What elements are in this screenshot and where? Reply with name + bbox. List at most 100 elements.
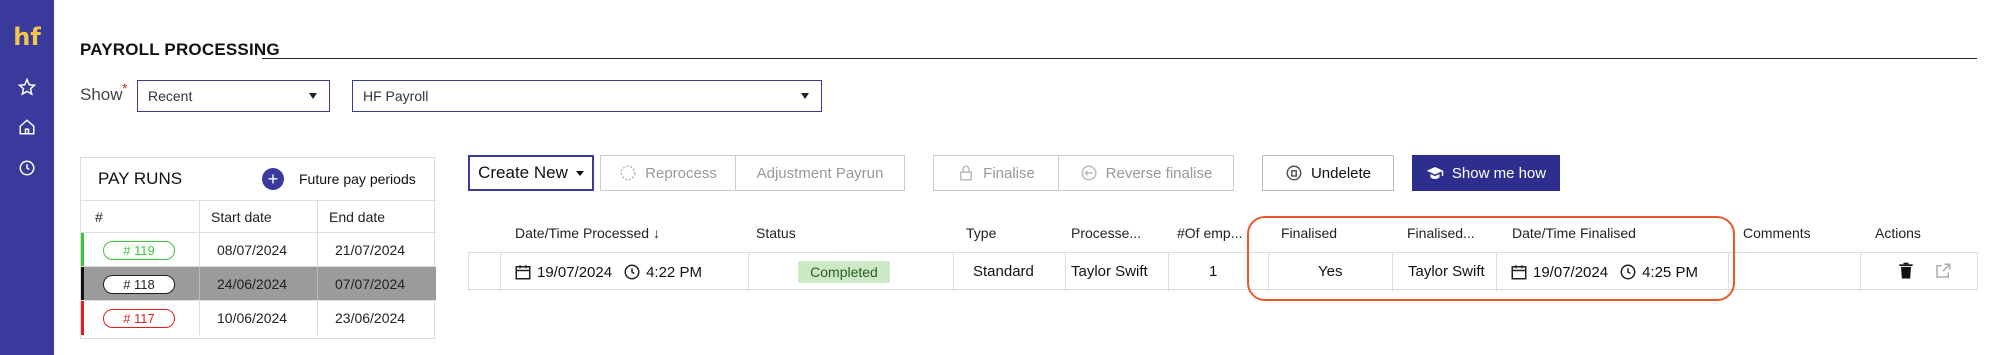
pay-run-row-117[interactable]: # 117 10/06/2024 23/06/2024 xyxy=(81,300,436,335)
column-divider xyxy=(199,201,200,233)
pay-runs-header: PAY RUNS + Future pay periods xyxy=(81,158,436,200)
undelete-label: Undelete xyxy=(1310,164,1372,182)
app-logo: hf xyxy=(13,23,41,51)
pay-run-id-badge: # 117 xyxy=(103,309,175,328)
future-pay-periods-link[interactable]: Future pay periods xyxy=(299,171,416,187)
finalised-time: 4:25 PM xyxy=(1642,263,1698,281)
column-end-date: End date xyxy=(329,209,386,225)
star-icon[interactable] xyxy=(14,74,40,100)
processed-time: 4:22 PM xyxy=(646,263,702,281)
header-comments[interactable]: Comments xyxy=(1743,225,1811,241)
finalised-by-value: Taylor Swift xyxy=(1408,263,1485,280)
pay-run-start: 10/06/2024 xyxy=(217,310,288,326)
pay-run-id-badge: # 119 xyxy=(103,241,175,260)
column-divider xyxy=(1392,253,1393,291)
refresh-icon xyxy=(619,164,637,182)
header-finalised[interactable]: Finalised xyxy=(1281,225,1337,241)
reprocess-label: Reprocess xyxy=(645,164,717,182)
header-employees[interactable]: #Of emp... xyxy=(1177,225,1242,241)
row-status-bar xyxy=(81,267,84,301)
pay-run-end: 23/06/2024 xyxy=(335,310,406,326)
column-divider xyxy=(1728,253,1729,291)
payroll-select[interactable]: HF Payroll xyxy=(352,80,822,112)
create-new-button[interactable]: Create New xyxy=(468,155,594,191)
column-divider xyxy=(468,253,469,291)
clock-icon xyxy=(1619,263,1637,281)
row-status-bar xyxy=(81,301,84,335)
calendar-icon xyxy=(1510,263,1528,281)
range-select-value: Recent xyxy=(148,88,193,104)
processed-by-value: Taylor Swift xyxy=(1071,263,1148,280)
processed-datetime: 19/07/2024 4:22 PM xyxy=(514,263,702,281)
adjustment-payrun-button[interactable]: Adjustment Payrun xyxy=(735,155,905,191)
show-me-how-button[interactable]: Show me how xyxy=(1412,155,1560,191)
header-actions: Actions xyxy=(1875,225,1921,241)
pay-run-end: 07/07/2024 xyxy=(335,276,406,292)
clock-icon xyxy=(623,263,641,281)
column-divider xyxy=(1065,253,1066,291)
range-select[interactable]: Recent xyxy=(137,80,330,112)
pay-run-id-badge: # 118 xyxy=(103,275,175,294)
chevron-down-icon xyxy=(575,170,584,176)
column-divider xyxy=(317,233,318,267)
type-value: Standard xyxy=(973,263,1034,280)
reprocess-button[interactable]: Reprocess xyxy=(600,155,736,191)
sort-arrow-icon: ↓ xyxy=(652,225,660,241)
side-nav: hf xyxy=(0,0,54,355)
pay-run-row-118[interactable]: # 118 24/06/2024 07/07/2024 xyxy=(81,266,436,301)
table-row[interactable]: 19/07/2024 4:22 PM Completed Standard Ta… xyxy=(468,252,1978,291)
column-divider xyxy=(500,253,501,291)
plus-icon[interactable]: + xyxy=(262,168,284,190)
header-status[interactable]: Status xyxy=(756,225,796,241)
column-divider xyxy=(199,233,200,267)
finalised-value: Yes xyxy=(1318,263,1343,280)
show-label: Show xyxy=(80,85,123,104)
column-divider xyxy=(953,253,954,291)
status-badge: Completed xyxy=(798,261,890,283)
header-type[interactable]: Type xyxy=(966,225,996,241)
calendar-icon xyxy=(514,263,532,281)
reverse-finalise-label: Reverse finalise xyxy=(1105,164,1213,182)
row-status-bar xyxy=(81,233,84,267)
column-divider xyxy=(748,253,749,291)
undelete-button[interactable]: Undelete xyxy=(1262,155,1394,191)
column-start-date: Start date xyxy=(211,209,272,225)
pay-runs-panel: PAY RUNS + Future pay periods # Start da… xyxy=(80,157,436,339)
header-finalised-by[interactable]: Finalised... xyxy=(1407,225,1475,241)
clock-icon[interactable] xyxy=(14,155,40,181)
create-new-label: Create New xyxy=(478,163,568,182)
finalise-button[interactable]: Finalise xyxy=(933,155,1059,191)
column-divider xyxy=(317,201,318,233)
chevron-down-icon xyxy=(801,93,809,99)
adjustment-payrun-label: Adjustment Payrun xyxy=(756,164,884,182)
header-finalised-at[interactable]: Date/Time Finalised xyxy=(1512,225,1636,241)
pay-run-start: 24/06/2024 xyxy=(217,276,288,292)
external-link-icon[interactable] xyxy=(1934,262,1952,280)
header-processed[interactable]: Date/Time Processed ↓ xyxy=(515,225,660,241)
required-mark: * xyxy=(122,80,128,96)
finalised-date: 19/07/2024 xyxy=(1533,263,1609,281)
home-icon[interactable] xyxy=(14,114,40,140)
restore-icon xyxy=(1285,164,1303,182)
pay-runs-title: PAY RUNS xyxy=(98,169,183,188)
column-number: # xyxy=(95,209,103,225)
processed-date: 19/07/2024 xyxy=(537,263,613,281)
column-divider xyxy=(1496,253,1497,291)
reverse-icon xyxy=(1080,164,1098,182)
employees-value: 1 xyxy=(1209,263,1218,280)
column-divider xyxy=(199,267,200,301)
pay-run-start: 08/07/2024 xyxy=(217,242,288,258)
chevron-down-icon xyxy=(309,93,317,99)
column-divider xyxy=(1860,253,1861,291)
trash-icon[interactable] xyxy=(1896,261,1916,281)
pay-runs-columns: # Start date End date xyxy=(81,200,436,233)
finalised-datetime: 19/07/2024 4:25 PM xyxy=(1510,263,1698,281)
column-divider xyxy=(1168,253,1169,291)
header-processed-label: Date/Time Processed xyxy=(515,225,650,241)
pay-run-row-119[interactable]: # 119 08/07/2024 21/07/2024 xyxy=(81,232,436,267)
show-me-how-label: Show me how xyxy=(1451,164,1547,182)
column-divider xyxy=(1268,253,1269,291)
reverse-finalise-button[interactable]: Reverse finalise xyxy=(1058,155,1234,191)
header-processed-by[interactable]: Processe... xyxy=(1071,225,1141,241)
finalise-label: Finalise xyxy=(983,164,1035,182)
